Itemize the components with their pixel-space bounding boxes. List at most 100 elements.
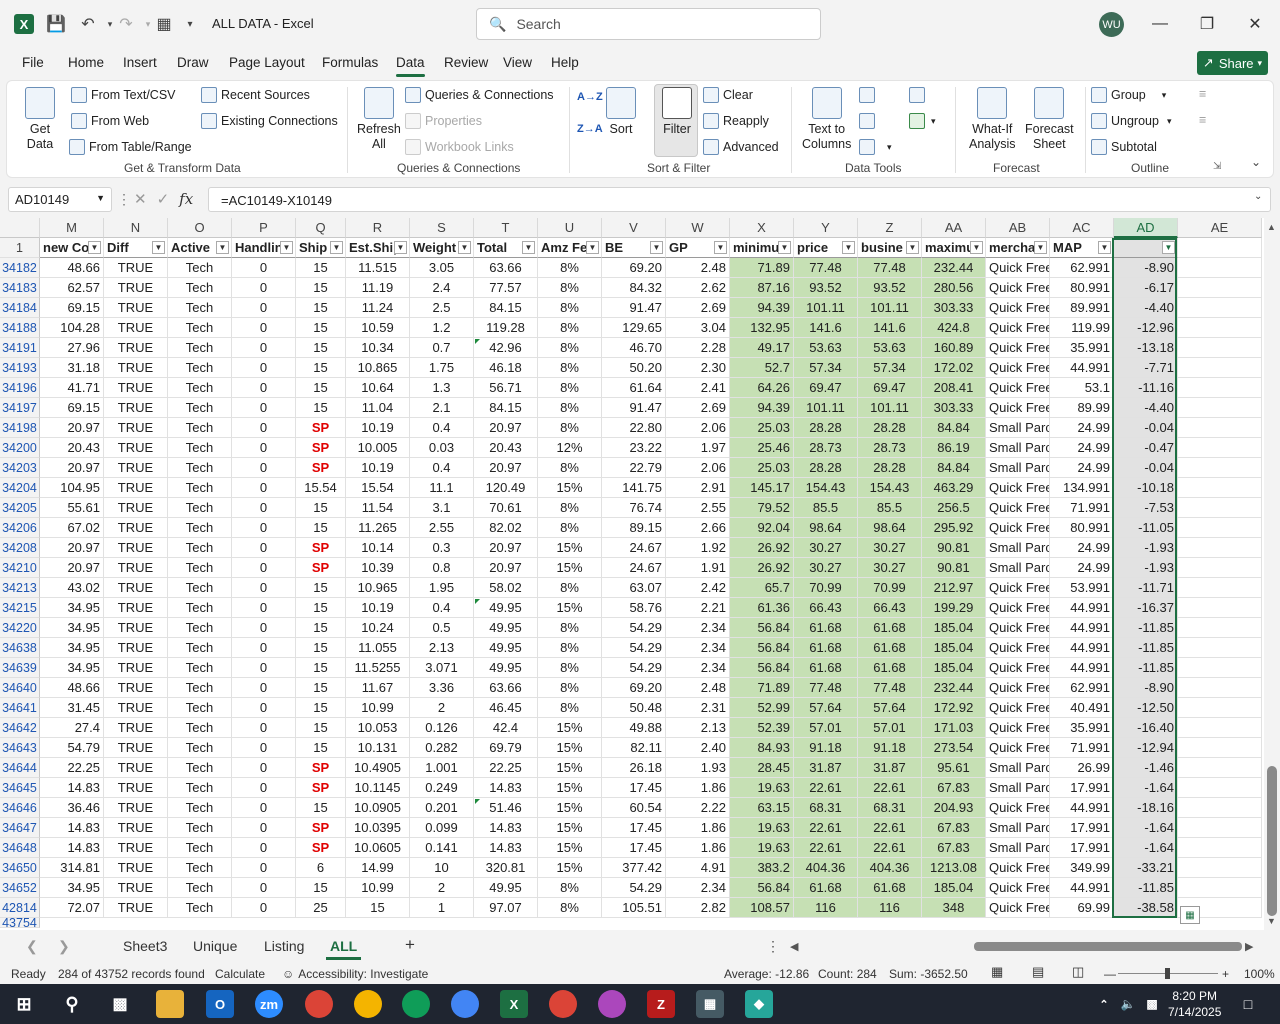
table-cell[interactable]: Quick Free bbox=[986, 378, 1050, 398]
column-header[interactable]: X bbox=[730, 218, 794, 238]
table-cell[interactable]: 0 bbox=[232, 878, 296, 898]
filter-dropdown-icon[interactable]: ▼ bbox=[216, 241, 229, 254]
collapse-ribbon-icon[interactable]: ⌄ bbox=[1251, 155, 1261, 169]
network-icon[interactable]: ▩ bbox=[1138, 990, 1166, 1018]
table-cell[interactable]: Small Parc bbox=[986, 758, 1050, 778]
table-cell[interactable]: 15% bbox=[538, 778, 602, 798]
table-cell[interactable]: 2.48 bbox=[666, 678, 730, 698]
table-cell[interactable]: -8.90 bbox=[1114, 678, 1178, 698]
table-cell[interactable]: 24.67 bbox=[602, 538, 666, 558]
column-header[interactable]: O bbox=[168, 218, 232, 238]
vertical-scrollbar[interactable]: ▲ ▼ bbox=[1264, 218, 1280, 930]
table-cell[interactable]: 2 bbox=[410, 878, 474, 898]
table-cell[interactable]: 424.8 bbox=[922, 318, 986, 338]
table-cell[interactable]: 10.1145 bbox=[346, 778, 410, 798]
table-cell[interactable]: 85.5 bbox=[794, 498, 858, 518]
table-cell[interactable]: 0.4 bbox=[410, 458, 474, 478]
table-cell[interactable]: 61.68 bbox=[794, 878, 858, 898]
table-cell[interactable]: 8% bbox=[538, 698, 602, 718]
ungroup-button[interactable]: Ungroup ▾ bbox=[1091, 113, 1171, 129]
customize-toolbar-icon[interactable]: ▾ bbox=[178, 12, 202, 36]
tab-sheet3[interactable]: Sheet3 bbox=[123, 938, 167, 954]
table-cell[interactable]: 20.97 bbox=[474, 558, 538, 578]
table-cell[interactable]: 134.991 bbox=[1050, 478, 1114, 498]
table-cell[interactable]: -1.93 bbox=[1114, 558, 1178, 578]
table-cell[interactable]: 15 bbox=[296, 718, 346, 738]
row-header[interactable]: 34184 bbox=[0, 298, 40, 318]
table-cell[interactable]: 44.991 bbox=[1050, 798, 1114, 818]
table-cell[interactable]: 8% bbox=[538, 458, 602, 478]
table-cell[interactable]: Tech bbox=[168, 378, 232, 398]
filezilla-icon[interactable]: Z bbox=[647, 990, 675, 1018]
table-cell[interactable]: TRUE bbox=[104, 618, 168, 638]
table-cell[interactable]: 320.81 bbox=[474, 858, 538, 878]
table-cell[interactable]: TRUE bbox=[104, 638, 168, 658]
table-cell[interactable]: 84.93 bbox=[730, 738, 794, 758]
table-cell[interactable] bbox=[1178, 798, 1262, 818]
table-cell[interactable]: 2.13 bbox=[666, 718, 730, 738]
column-header[interactable]: U bbox=[538, 218, 602, 238]
chrome-profile-2-icon[interactable] bbox=[354, 990, 382, 1018]
menu-help[interactable]: Help bbox=[551, 55, 579, 70]
table-cell[interactable]: 50.20 bbox=[602, 358, 666, 378]
table-cell[interactable]: 28.28 bbox=[858, 458, 922, 478]
table-cell[interactable]: 1.97 bbox=[666, 438, 730, 458]
table-cell[interactable]: 15 bbox=[296, 658, 346, 678]
table-cell[interactable]: TRUE bbox=[104, 378, 168, 398]
table-cell[interactable]: 76.74 bbox=[602, 498, 666, 518]
table-cell[interactable]: 1.001 bbox=[410, 758, 474, 778]
table-cell[interactable]: 34.95 bbox=[40, 878, 104, 898]
table-cell[interactable]: 17.45 bbox=[602, 818, 666, 838]
table-cell[interactable]: 8% bbox=[538, 258, 602, 278]
filter-active-dropdown-icon[interactable]: ▼ bbox=[1162, 241, 1175, 254]
row-header[interactable]: 34645 bbox=[0, 778, 40, 798]
table-cell[interactable]: 108.57 bbox=[730, 898, 794, 918]
table-cell[interactable]: TRUE bbox=[104, 838, 168, 858]
table-cell[interactable]: 10.005 bbox=[346, 438, 410, 458]
table-cell[interactable]: 185.04 bbox=[922, 618, 986, 638]
table-cell[interactable]: 30.27 bbox=[794, 558, 858, 578]
table-cell[interactable]: 120.49 bbox=[474, 478, 538, 498]
table-cell[interactable]: 50.48 bbox=[602, 698, 666, 718]
table-cell[interactable]: 15% bbox=[538, 858, 602, 878]
table-cell[interactable]: -1.64 bbox=[1114, 818, 1178, 838]
table-cell[interactable]: 2.91 bbox=[666, 478, 730, 498]
minimize-button[interactable]: — bbox=[1145, 12, 1175, 36]
table-cell[interactable]: 28.28 bbox=[794, 418, 858, 438]
table-cell[interactable]: 10.0605 bbox=[346, 838, 410, 858]
table-cell[interactable]: 2 bbox=[410, 698, 474, 718]
table-cell[interactable]: 84.84 bbox=[922, 418, 986, 438]
app-diamond-icon[interactable]: ◆ bbox=[745, 990, 773, 1018]
table-cell[interactable]: 20.43 bbox=[474, 438, 538, 458]
table-cell[interactable]: 14.83 bbox=[474, 838, 538, 858]
table-cell[interactable]: 0 bbox=[232, 498, 296, 518]
table-cell[interactable]: 1.86 bbox=[666, 818, 730, 838]
table-cell[interactable]: -10.18 bbox=[1114, 478, 1178, 498]
table-cell[interactable]: 57.34 bbox=[794, 358, 858, 378]
table-cell[interactable]: 97.07 bbox=[474, 898, 538, 918]
table-cell[interactable] bbox=[1178, 418, 1262, 438]
normal-view-icon[interactable]: ▦ bbox=[991, 964, 1003, 980]
table-cell[interactable]: 20.97 bbox=[474, 458, 538, 478]
table-cell[interactable]: 54.29 bbox=[602, 658, 666, 678]
table-cell[interactable]: 49.95 bbox=[474, 658, 538, 678]
row-header[interactable]: 34204 bbox=[0, 478, 40, 498]
table-cell[interactable]: 0 bbox=[232, 558, 296, 578]
table-cell[interactable]: 58.02 bbox=[474, 578, 538, 598]
table-cell[interactable]: 53.991 bbox=[1050, 578, 1114, 598]
status-calculate[interactable]: Calculate bbox=[215, 967, 265, 981]
table-cell[interactable]: 28.28 bbox=[794, 458, 858, 478]
table-cell[interactable]: 31.87 bbox=[794, 758, 858, 778]
table-cell[interactable]: 14.83 bbox=[40, 778, 104, 798]
table-cell[interactable]: -1.64 bbox=[1114, 838, 1178, 858]
table-cell[interactable]: 154.43 bbox=[794, 478, 858, 498]
table-cell[interactable]: 1.3 bbox=[410, 378, 474, 398]
table-cell[interactable]: 91.47 bbox=[602, 398, 666, 418]
row-header[interactable]: 34652 bbox=[0, 878, 40, 898]
table-cell[interactable]: 17.991 bbox=[1050, 838, 1114, 858]
table-cell[interactable]: 44.991 bbox=[1050, 878, 1114, 898]
table-cell[interactable]: 72.07 bbox=[40, 898, 104, 918]
table-cell[interactable]: Tech bbox=[168, 258, 232, 278]
table-cell[interactable]: 91.18 bbox=[794, 738, 858, 758]
table-cell[interactable]: 2.34 bbox=[666, 658, 730, 678]
